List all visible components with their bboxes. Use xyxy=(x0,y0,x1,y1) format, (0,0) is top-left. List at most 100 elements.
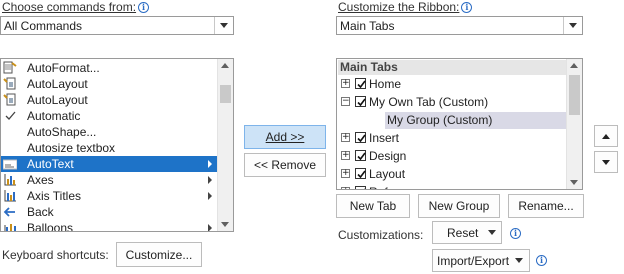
command-label: Autosize textbox xyxy=(27,141,116,155)
submenu-arrow-icon xyxy=(208,192,212,200)
ribbon-dropdown-value: Main Tabs xyxy=(340,19,395,33)
command-list-item[interactable]: Balloons xyxy=(1,220,218,232)
command-label: Balloons xyxy=(27,221,74,232)
import-export-label: Import/Export xyxy=(437,253,510,268)
expand-icon[interactable]: + xyxy=(341,187,350,189)
command-list-item[interactable]: AutoLayout xyxy=(1,76,218,92)
customizations-label: Customizations: xyxy=(338,228,424,242)
command-label: Back xyxy=(27,205,54,219)
tree-header: Main Tabs xyxy=(338,60,567,75)
balloons-icon xyxy=(3,221,17,231)
collapse-icon[interactable]: − xyxy=(341,97,350,106)
tree-item-label: Refe xyxy=(369,185,394,189)
command-label: Axis Titles xyxy=(27,189,82,203)
command-list-item[interactable]: Axis Titles xyxy=(1,188,218,204)
ribbon-tree-item[interactable]: + Refe xyxy=(337,183,566,189)
reset-button[interactable]: Reset xyxy=(432,221,502,244)
info-icon[interactable]: i xyxy=(510,228,521,239)
info-icon[interactable]: i xyxy=(138,2,150,13)
command-label: AutoLayout xyxy=(27,93,88,107)
back-arrow-icon xyxy=(3,205,17,218)
autolayout-icon xyxy=(3,77,17,90)
axis-titles-icon xyxy=(3,189,17,202)
scroll-down-icon[interactable] xyxy=(570,180,578,185)
command-list-item[interactable]: AutoText xyxy=(1,156,218,172)
triangle-up-icon xyxy=(602,133,610,139)
checkbox-checked-icon[interactable] xyxy=(355,168,366,179)
command-label: AutoShape... xyxy=(27,125,97,139)
chevron-down-icon[interactable] xyxy=(563,17,582,34)
submenu-arrow-icon xyxy=(208,176,212,184)
tree-item-label: My Group (Custom) xyxy=(387,113,493,127)
chevron-down-icon xyxy=(515,258,524,263)
new-tab-button[interactable]: New Tab xyxy=(336,194,410,218)
expand-icon[interactable]: + xyxy=(341,133,350,142)
command-list-item[interactable]: Automatic xyxy=(1,108,218,124)
submenu-arrow-icon xyxy=(208,160,212,168)
choose-commands-label: Choose commands from: i xyxy=(2,0,150,14)
ribbon-tree-item[interactable]: + Layout xyxy=(337,165,566,183)
ribbon-tree-item[interactable]: − My Own Tab (Custom) xyxy=(337,93,566,111)
info-icon[interactable]: i xyxy=(536,255,547,266)
customize-shortcuts-button[interactable]: Customize... xyxy=(116,242,202,267)
add-button[interactable]: Add >> xyxy=(244,125,326,149)
scrollbar-thumb[interactable] xyxy=(569,75,580,115)
command-list-item[interactable]: AutoFormat... xyxy=(1,60,218,76)
ribbon-tree-item[interactable]: + Home xyxy=(337,75,566,93)
command-label: AutoFormat... xyxy=(27,61,100,75)
command-list-item[interactable]: AutoShape... xyxy=(1,124,218,140)
rename-button[interactable]: Rename... xyxy=(508,194,584,218)
rename-label: Rename... xyxy=(518,199,574,213)
move-down-button[interactable] xyxy=(594,151,618,173)
chevron-down-icon[interactable] xyxy=(214,17,233,34)
move-up-button[interactable] xyxy=(594,125,618,147)
tree-item-label: Home xyxy=(369,77,402,91)
autotext-icon xyxy=(2,157,18,170)
checkbox-checked-icon[interactable] xyxy=(355,78,366,89)
commands-scrollbar[interactable] xyxy=(217,59,233,231)
commands-from-value: All Commands xyxy=(4,19,83,33)
checkbox-checked-icon[interactable] xyxy=(355,132,366,143)
checkmark-icon xyxy=(3,109,17,122)
command-list-item[interactable]: Back xyxy=(1,204,218,220)
axes-icon xyxy=(3,173,17,186)
tree-item-label: Layout xyxy=(369,167,406,181)
commands-from-dropdown[interactable]: All Commands xyxy=(0,16,234,35)
checkbox-checked-icon[interactable] xyxy=(355,96,366,107)
customize-ribbon-text: Customize the Ribbon: xyxy=(338,0,460,14)
checkbox-checked-icon[interactable] xyxy=(355,186,366,189)
import-export-button[interactable]: Import/Export xyxy=(432,249,530,272)
ribbon-tree-item[interactable]: + Design xyxy=(337,147,566,165)
scroll-up-icon[interactable] xyxy=(221,63,229,68)
command-label: Automatic xyxy=(27,109,81,123)
ribbon-tree-item[interactable]: My Group (Custom) xyxy=(337,111,567,129)
command-list-item[interactable]: Autosize textbox xyxy=(1,140,218,156)
new-group-label: New Group xyxy=(428,199,490,213)
command-list-item[interactable]: AutoLayout xyxy=(1,92,218,108)
autoformat-icon xyxy=(3,61,17,74)
ribbon-tree-item[interactable]: + Insert xyxy=(337,129,566,147)
submenu-arrow-icon xyxy=(208,224,212,231)
info-icon[interactable]: i xyxy=(461,2,473,13)
command-list-item[interactable]: Axes xyxy=(1,172,218,188)
command-label: AutoLayout xyxy=(27,77,88,91)
commands-list[interactable]: AutoFormat... AutoLayout AutoLayout Automat… xyxy=(0,58,234,232)
keyboard-shortcuts-label: Keyboard shortcuts: xyxy=(2,248,109,262)
scroll-up-icon[interactable] xyxy=(570,63,578,68)
choose-commands-text: Choose commands from: xyxy=(2,0,137,14)
scrollbar-thumb[interactable] xyxy=(220,85,231,103)
tree-item-label: Design xyxy=(369,149,407,163)
ribbon-tree[interactable]: Main Tabs + Home − My Own Tab (Custom) My Gr… xyxy=(336,58,583,190)
reset-label: Reset xyxy=(447,225,479,240)
expand-icon[interactable]: + xyxy=(341,151,350,160)
scroll-down-icon[interactable] xyxy=(221,222,229,227)
command-label: AutoText xyxy=(27,157,74,171)
new-group-button[interactable]: New Group xyxy=(418,194,500,218)
expand-icon[interactable]: + xyxy=(341,169,350,178)
expand-icon[interactable]: + xyxy=(341,79,350,88)
ribbon-dropdown[interactable]: Main Tabs xyxy=(336,16,583,35)
customize-ribbon-label: Customize the Ribbon: i xyxy=(338,0,473,14)
remove-button[interactable]: << Remove xyxy=(244,153,326,177)
ribbon-tree-scrollbar[interactable] xyxy=(566,59,582,189)
checkbox-checked-icon[interactable] xyxy=(355,150,366,161)
